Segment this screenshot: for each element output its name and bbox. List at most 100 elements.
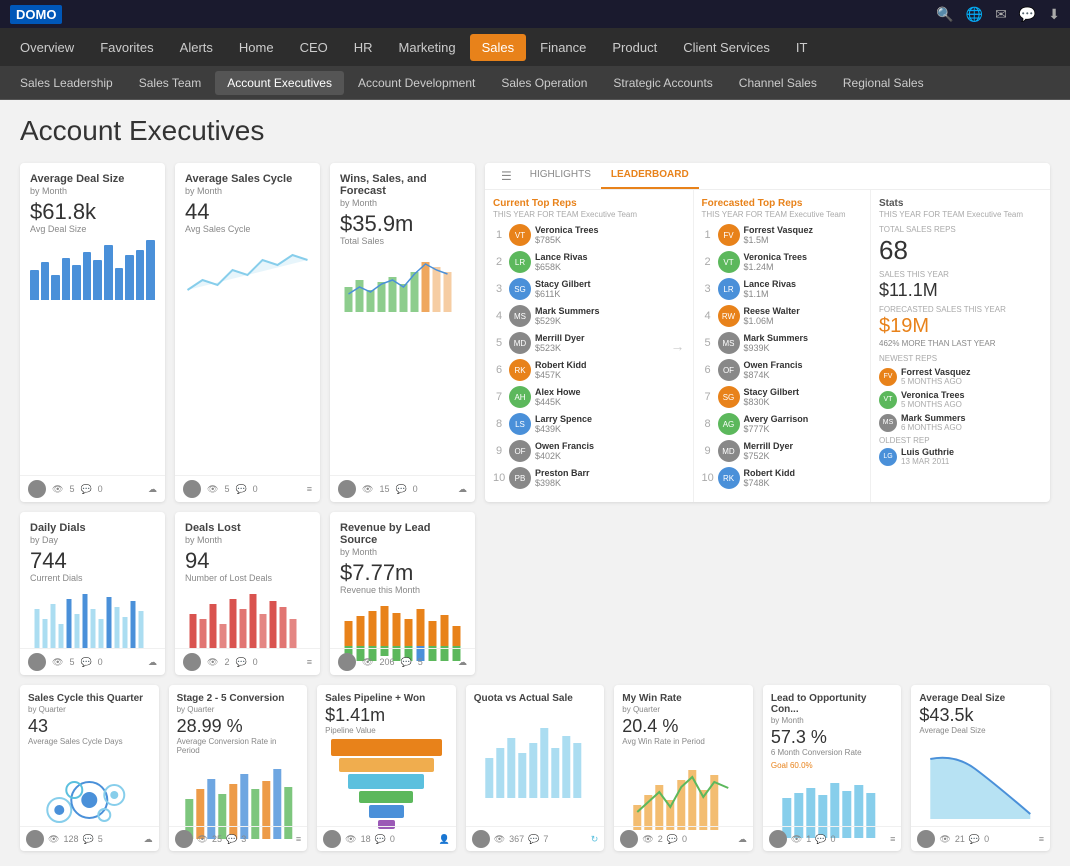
comment-count: 7 (543, 834, 548, 844)
comment-icon: 💬 (815, 834, 826, 845)
oldest-rep: LG Luis Guthrie13 MAR 2011 (879, 447, 1042, 466)
list-item: 8 LS Larry Spence$439K (493, 413, 655, 435)
card-deals-lost: Deals Lost by Month 94 Number of Lost De… (175, 512, 320, 675)
nav-alerts[interactable]: Alerts (168, 34, 225, 61)
comment-count: 0 (413, 484, 418, 494)
avatar: VT (718, 251, 740, 273)
nav-home[interactable]: Home (227, 34, 286, 61)
secondary-nav: Sales Leadership Sales Team Account Exec… (0, 66, 1070, 100)
comment-count: 0 (98, 484, 103, 494)
comment-icon: 💬 (226, 834, 237, 845)
view-count: 5 (69, 484, 74, 494)
search-icon[interactable]: 🔍 (936, 6, 953, 23)
avatar: SG (509, 278, 531, 300)
bottom-card-footer: 👁25 💬3 ≡ (169, 826, 308, 851)
nav-overview[interactable]: Overview (8, 34, 86, 61)
nav-finance[interactable]: Finance (528, 34, 598, 61)
oldest-rep-time: 13 MAR 2011 (901, 457, 954, 466)
forecasted-top-reps: Forecasted Top Reps THIS YEAR FOR TEAM E… (693, 190, 871, 502)
bottom-card-title: Stage 2 - 5 Conversion (177, 693, 300, 704)
nav-sales[interactable]: Sales (470, 34, 527, 61)
list-item: 10 RK Robert Kidd$748K (702, 467, 863, 489)
refresh-icon: ↻ (591, 834, 599, 845)
avatar: LR (718, 278, 740, 300)
globe-icon[interactable]: 🌐 (966, 6, 983, 23)
card-avatar (28, 653, 46, 671)
comment-icon: 💬 (528, 834, 539, 845)
card-revenue-lead-value: $7.77m (340, 561, 465, 585)
forecasted-value: $19M (879, 315, 1042, 338)
salesforce-icon: ☁ (144, 834, 153, 845)
win-rate-chart (622, 750, 745, 830)
daily-dials-chart (30, 589, 155, 649)
avatar: VT (509, 224, 531, 246)
card-avatar (472, 830, 490, 848)
bottom-card-value: $43.5k (919, 705, 1042, 726)
comment-count: 0 (98, 657, 103, 667)
spacer (485, 512, 1050, 675)
chat-icon[interactable]: 💬 (1019, 6, 1036, 23)
tab-leaderboard[interactable]: LEADERBOARD (601, 163, 699, 189)
bottom-card-footer: 👁128 💬5 ☁ (20, 826, 159, 851)
card-revenue-lead-subtitle: by Month (340, 547, 465, 557)
bottom-card-footer: 👁2 💬0 ☁ (614, 826, 753, 851)
table-icon: ≡ (296, 834, 301, 844)
comment-icon: 💬 (235, 657, 246, 668)
card-avatar (183, 653, 201, 671)
oldest-label: OLDEST REP (879, 436, 1042, 445)
subnav-sales-team[interactable]: Sales Team (127, 71, 213, 95)
nav-client-services[interactable]: Client Services (671, 34, 782, 61)
goal-label: Goal 60.0% (771, 761, 894, 770)
nav-ceo[interactable]: CEO (288, 34, 340, 61)
nav-product[interactable]: Product (600, 34, 669, 61)
salesforce-icon: ☁ (148, 657, 157, 668)
card-revenue-lead-title: Revenue by Lead Source (340, 522, 465, 546)
bottom-card-title: Quota vs Actual Sale (474, 693, 597, 704)
subnav-regional-sales[interactable]: Regional Sales (831, 71, 936, 95)
nav-favorites[interactable]: Favorites (88, 34, 165, 61)
nav-it[interactable]: IT (784, 34, 820, 61)
avatar: PB (509, 467, 531, 489)
comment-count: 0 (253, 484, 258, 494)
comment-count: 5 (98, 834, 103, 844)
card-wins-sales-title: Wins, Sales, and Forecast (340, 173, 465, 197)
subnav-strategic-accounts[interactable]: Strategic Accounts (601, 71, 724, 95)
card-avg-sales-cycle: Average Sales Cycle by Month 44 Avg Sale… (175, 163, 320, 502)
view-icon: 👁 (52, 484, 63, 495)
subnav-account-executives[interactable]: Account Executives (215, 71, 344, 95)
card-avg-deal-size-footer: 👁 5 💬 0 ☁ (20, 475, 165, 502)
download-icon[interactable]: ⬇ (1048, 6, 1060, 23)
forecasted-top-subtitle: THIS YEAR FOR TEAM Executive Team (702, 210, 863, 219)
card-avatar (917, 830, 935, 848)
subnav-sales-leadership[interactable]: Sales Leadership (8, 71, 125, 95)
list-item: 7 SG Stacy Gilbert$830K (702, 386, 863, 408)
nav-hr[interactable]: HR (342, 34, 385, 61)
total-reps-label: TOTAL SALES REPS (879, 225, 1042, 234)
mail-icon[interactable]: ✉ (995, 6, 1007, 23)
table-icon: ≡ (1039, 834, 1044, 844)
sales-year-label: SALES THIS YEAR (879, 270, 1042, 279)
bottom-card-value-sub: 6 Month Conversion Rate (771, 748, 894, 757)
card-avg-sales-cycle-label: Avg Sales Cycle (185, 224, 310, 234)
comment-icon: 💬 (235, 484, 246, 495)
card-wins-sales-label: Total Sales (340, 236, 465, 246)
current-top-reps: Current Top Reps THIS YEAR FOR TEAM Exec… (485, 190, 663, 502)
avatar: LG (879, 448, 897, 466)
sales-year-value: $11.1M (879, 280, 1042, 301)
card-avatar (323, 830, 341, 848)
rep-name: Mark Summers (901, 413, 966, 423)
avatar: AH (509, 386, 531, 408)
card-avg-sales-cycle-value: 44 (185, 200, 310, 224)
view-count: 5 (69, 657, 74, 667)
menu-icon[interactable]: ☰ (493, 163, 520, 189)
avatar: MD (509, 332, 531, 354)
rep-name: Veronica Trees (901, 390, 965, 400)
tab-highlights[interactable]: HIGHLIGHTS (520, 163, 601, 189)
view-icon: 👁 (939, 834, 950, 845)
card-sales-pipeline: Sales Pipeline + Won $1.41m Pipeline Val… (317, 685, 456, 851)
nav-marketing[interactable]: Marketing (387, 34, 468, 61)
subnav-sales-operation[interactable]: Sales Operation (489, 71, 599, 95)
subnav-account-development[interactable]: Account Development (346, 71, 487, 95)
subnav-channel-sales[interactable]: Channel Sales (727, 71, 829, 95)
bottom-card-title: Sales Cycle this Quarter (28, 693, 151, 704)
